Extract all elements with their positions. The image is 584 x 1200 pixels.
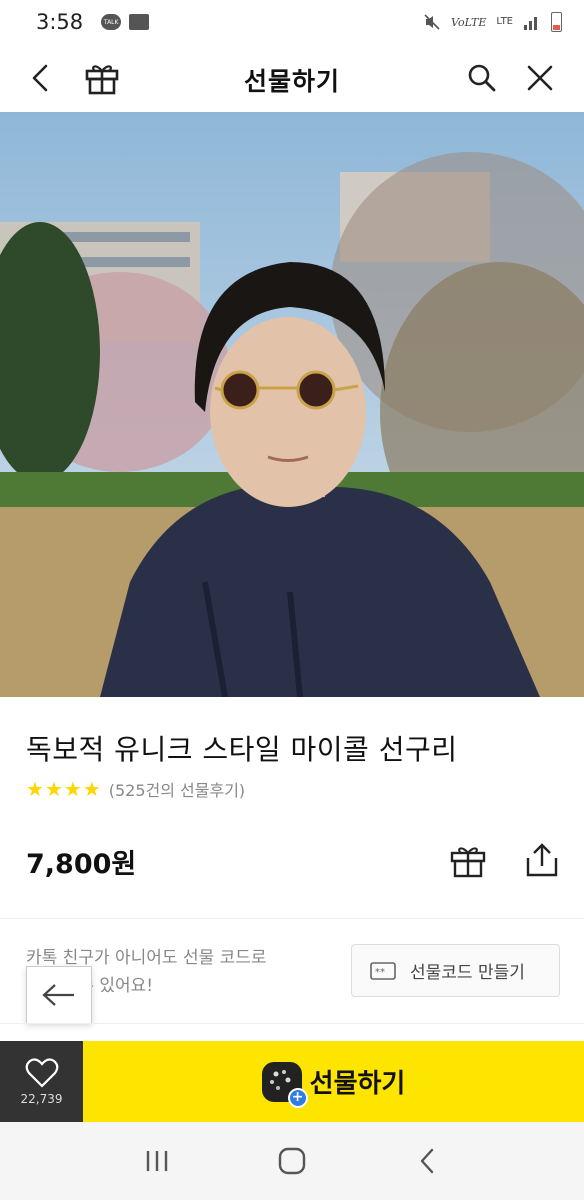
signal-icon — [524, 17, 537, 30]
arrow-left-icon — [42, 984, 74, 1006]
gift-icon — [450, 847, 486, 878]
system-navigation-bar — [0, 1122, 584, 1200]
rating-row[interactable]: ★ ★ ★ ★ (525건의 선물후기) — [26, 777, 245, 801]
star-icon: ★ — [26, 777, 44, 801]
like-button[interactable]: 22,739 — [0, 1041, 83, 1122]
app-header: 선물하기 — [0, 44, 584, 112]
search-icon — [468, 64, 496, 92]
system-back-button[interactable] — [402, 1136, 452, 1186]
status-time: 3:58 — [36, 10, 84, 34]
close-icon — [527, 65, 553, 91]
battery-icon — [551, 12, 562, 32]
gift-wish-button[interactable] — [446, 838, 490, 882]
close-button[interactable] — [520, 58, 560, 98]
send-gift-button[interactable]: + 선물하기 — [83, 1041, 584, 1122]
like-count: 22,739 — [20, 1091, 63, 1106]
send-gift-label: 선물하기 — [309, 1069, 406, 1099]
svg-text:**: ** — [375, 967, 385, 978]
star-icon: ★ — [63, 777, 82, 801]
review-count[interactable]: (525건의 선물후기) — [109, 777, 245, 801]
bottom-action-bar: 22,739 + 선물하기 — [0, 1041, 584, 1122]
chevron-left-icon — [420, 1148, 433, 1174]
home-icon — [278, 1147, 306, 1175]
product-price: 7,800원 — [26, 849, 137, 880]
recent-apps-icon — [147, 1151, 168, 1171]
star-icon: ★ — [82, 777, 101, 801]
kakaotalk-notification-icon: TALK — [101, 14, 122, 30]
product-photo — [0, 112, 584, 697]
share-actions — [520, 838, 564, 882]
home-button[interactable] — [267, 1136, 317, 1186]
lte-indicator: LTE — [496, 16, 513, 27]
divider — [0, 918, 584, 919]
share-button[interactable] — [520, 838, 564, 882]
divider — [0, 1023, 584, 1024]
floating-back-button[interactable] — [26, 966, 92, 1024]
create-gift-code-button[interactable]: ** 선물코드 만들기 — [351, 944, 560, 997]
search-button[interactable] — [462, 58, 502, 98]
volte-indicator: VoLTE — [451, 15, 487, 29]
product-name: 독보적 유니크 스타일 마이콜 선구리 — [26, 733, 458, 766]
product-image — [0, 112, 584, 697]
recent-apps-button[interactable] — [132, 1136, 182, 1186]
gift-code-icon: ** — [370, 961, 396, 980]
status-bar: 3:58 TALK VoLTE LTE — [0, 0, 584, 44]
star-icon: ★ — [44, 777, 63, 801]
friend-avatar: + — [261, 1061, 308, 1108]
message-notification-icon — [129, 14, 150, 30]
star-rating: ★ ★ ★ ★ — [26, 779, 101, 799]
heart-icon — [25, 1057, 58, 1088]
share-icon — [526, 843, 558, 877]
price-actions — [446, 838, 490, 882]
add-friend-icon: + — [287, 1087, 308, 1108]
mute-icon — [424, 14, 440, 30]
create-gift-code-label: 선물코드 만들기 — [410, 963, 525, 983]
